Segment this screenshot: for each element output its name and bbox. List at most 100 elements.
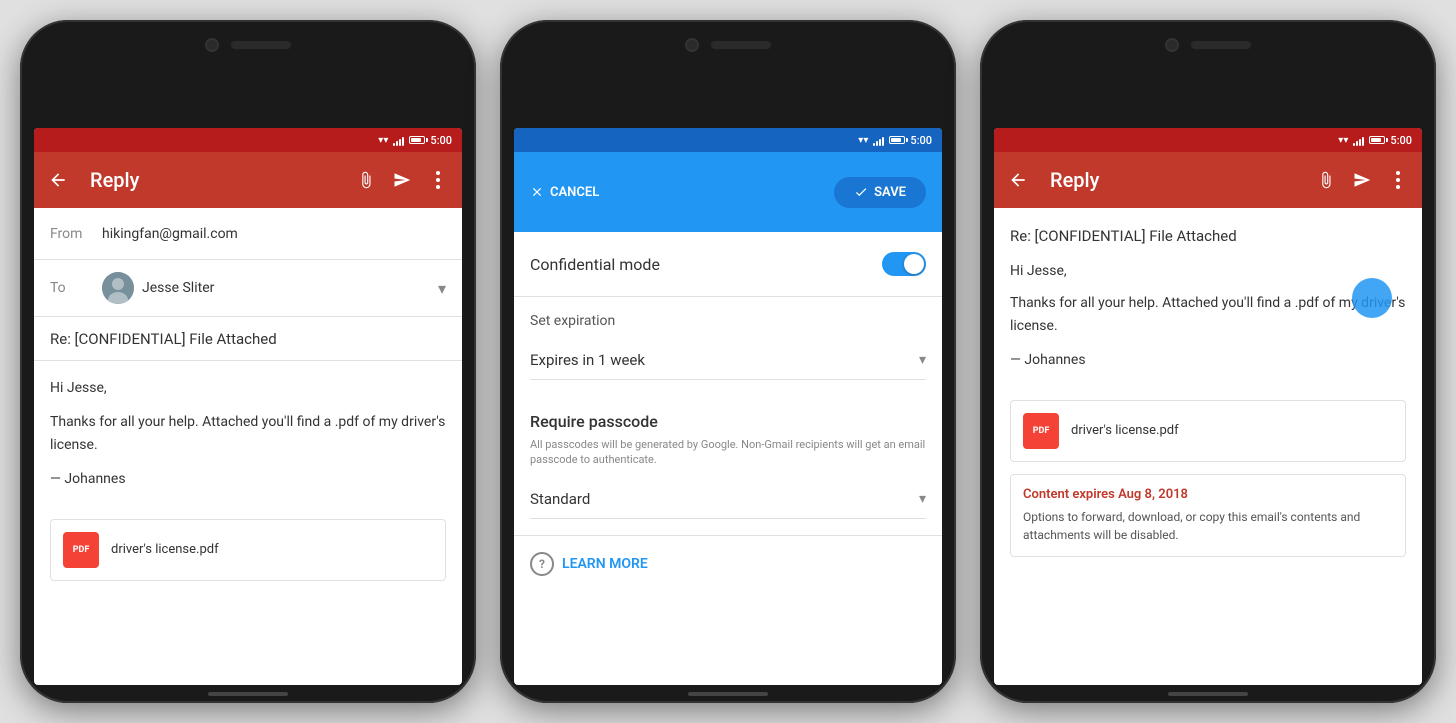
back-button-3[interactable] [1006, 168, 1030, 192]
to-label-1: To [50, 280, 90, 296]
body-text-1: Hi Jesse, [50, 377, 446, 399]
phone-frame-3: ▾▾ 5:00 R [980, 20, 1436, 703]
more-menu-button-1[interactable] [426, 168, 450, 192]
conf-mode-row-2: Confidential mode [530, 252, 926, 276]
conf-header-2: CANCEL SAVE [514, 152, 942, 232]
toggle-knob-2 [904, 254, 924, 274]
status-time-2: 5:00 [910, 134, 932, 147]
phone-3: ▾▾ 5:00 R [980, 20, 1436, 703]
camera-2 [685, 38, 699, 52]
speaker-3 [1191, 41, 1251, 49]
attachment-name-1: driver's license.pdf [111, 542, 219, 557]
attachment-button-3[interactable] [1314, 168, 1338, 192]
speaker-2 [711, 41, 771, 49]
pdf-icon-1: PDF [63, 532, 99, 568]
phone-top-bar-3 [980, 38, 1436, 52]
learn-more-label-2: LEARN MORE [562, 556, 648, 572]
from-value-1[interactable]: hikingfan@gmail.com [102, 226, 446, 242]
expiry-notice-3: Content expires Aug 8, 2018 Options to f… [1010, 474, 1406, 557]
home-indicator-1 [208, 692, 288, 696]
speaker-1 [231, 41, 291, 49]
expand-icon-1[interactable]: ▾ [438, 279, 446, 298]
body-content-1[interactable]: Hi Jesse, Thanks for all your help. Atta… [34, 361, 462, 507]
signature-1: — Johannes [50, 468, 446, 490]
attachment-name-3: driver's license.pdf [1071, 423, 1179, 438]
back-button-1[interactable] [46, 168, 70, 192]
app-bar-1: Reply [34, 152, 462, 208]
body-para-3: Thanks for all your help. Attached you'l… [1010, 292, 1406, 337]
phone-bottom-1 [20, 685, 476, 703]
dropdown-arrow-2: ▾ [919, 352, 926, 368]
phone-top-bar-2 [500, 38, 956, 52]
expiry-text-3: Options to forward, download, or copy th… [1023, 508, 1393, 544]
phone-screen-3: ▾▾ 5:00 R [994, 128, 1422, 685]
signature-3: — Johannes [1010, 349, 1406, 371]
save-label-2: SAVE [874, 185, 906, 200]
passcode-section-2: Require passcode All passcodes will be g… [514, 396, 942, 536]
wifi-icon-2: ▾▾ [858, 135, 868, 146]
phone-frame-1: ▾▾ 5:00 R [20, 20, 476, 703]
battery-icon-3 [1369, 136, 1385, 144]
phone-bottom-3 [980, 685, 1436, 703]
greeting-3: Hi Jesse, [1010, 260, 1406, 282]
subject-text-3: Re: [CONFIDENTIAL] File Attached [1010, 224, 1406, 248]
phone-1: ▾▾ 5:00 R [20, 20, 476, 703]
signal-icon-2 [873, 134, 884, 146]
home-indicator-2 [688, 692, 768, 696]
pdf-icon-3: PDF [1023, 413, 1059, 449]
conf-mode-toggle-2[interactable] [882, 252, 926, 276]
send-button-1[interactable] [390, 168, 414, 192]
passcode-desc-2: All passcodes will be generated by Googl… [530, 437, 926, 468]
subject-text-1: Re: [CONFIDENTIAL] File Attached [50, 330, 277, 348]
attachment-button-1[interactable] [354, 168, 378, 192]
more-menu-button-3[interactable] [1386, 168, 1410, 192]
learn-more-row-2[interactable]: ? LEARN MORE [514, 536, 942, 592]
battery-icon-1 [409, 136, 425, 144]
phone-bottom-2 [500, 685, 956, 703]
body-content-3[interactable]: Re: [CONFIDENTIAL] File Attached Hi Jess… [994, 208, 1422, 388]
expiration-value-2: Expires in 1 week [530, 351, 645, 369]
app-bar-title-3: Reply [1050, 168, 1302, 192]
phone-2: ▾▾ 5:00 CANCEL [500, 20, 956, 703]
wifi-icon-3: ▾▾ [1338, 135, 1348, 146]
blue-circle-3 [1352, 278, 1392, 318]
status-time-1: 5:00 [430, 134, 452, 147]
send-button-3[interactable] [1350, 168, 1374, 192]
phone-top-bar-1 [20, 38, 476, 52]
attachment-1[interactable]: PDF driver's license.pdf [50, 519, 446, 581]
from-field-1: From hikingfan@gmail.com [34, 208, 462, 260]
passcode-arrow-2: ▾ [919, 491, 926, 507]
to-name-1[interactable]: Jesse Sliter [142, 280, 438, 296]
to-field-1[interactable]: To Jesse Sliter ▾ [34, 260, 462, 317]
cancel-label-2: CANCEL [550, 185, 599, 200]
expiration-title-2: Set expiration [530, 313, 926, 329]
body-para-1: Thanks for all your help. Attached you'l… [50, 411, 446, 456]
app-bar-title-1: Reply [90, 168, 342, 192]
phone-screen-1: ▾▾ 5:00 R [34, 128, 462, 685]
expiration-dropdown-2[interactable]: Expires in 1 week ▾ [530, 341, 926, 380]
signal-icon-1 [393, 134, 404, 146]
expiry-title-3: Content expires Aug 8, 2018 [1023, 487, 1393, 502]
status-bar-3: ▾▾ 5:00 [994, 128, 1422, 152]
home-indicator-3 [1168, 692, 1248, 696]
status-bar-2: ▾▾ 5:00 [514, 128, 942, 152]
phone-screen-2: ▾▾ 5:00 CANCEL [514, 128, 942, 685]
signal-icon-3 [1353, 134, 1364, 146]
app-bar-3: Reply [994, 152, 1422, 208]
wifi-icon-1: ▾▾ [378, 135, 388, 146]
passcode-value-2: Standard [530, 490, 590, 508]
avatar-1 [102, 272, 134, 304]
subject-row-1[interactable]: Re: [CONFIDENTIAL] File Attached [34, 317, 462, 361]
save-button-2[interactable]: SAVE [834, 177, 926, 208]
learn-more-icon-2: ? [530, 552, 554, 576]
expiration-section-2: Set expiration Expires in 1 week ▾ [514, 297, 942, 396]
status-time-3: 5:00 [1390, 134, 1412, 147]
passcode-title-2: Require passcode [530, 412, 926, 431]
conf-mode-label-2: Confidential mode [530, 255, 660, 274]
cancel-button-2[interactable]: CANCEL [530, 185, 599, 200]
conf-mode-section-2: Confidential mode [514, 232, 942, 297]
passcode-dropdown-2[interactable]: Standard ▾ [530, 480, 926, 519]
status-bar-1: ▾▾ 5:00 [34, 128, 462, 152]
from-label-1: From [50, 226, 90, 242]
attachment-3[interactable]: PDF driver's license.pdf [1010, 400, 1406, 462]
